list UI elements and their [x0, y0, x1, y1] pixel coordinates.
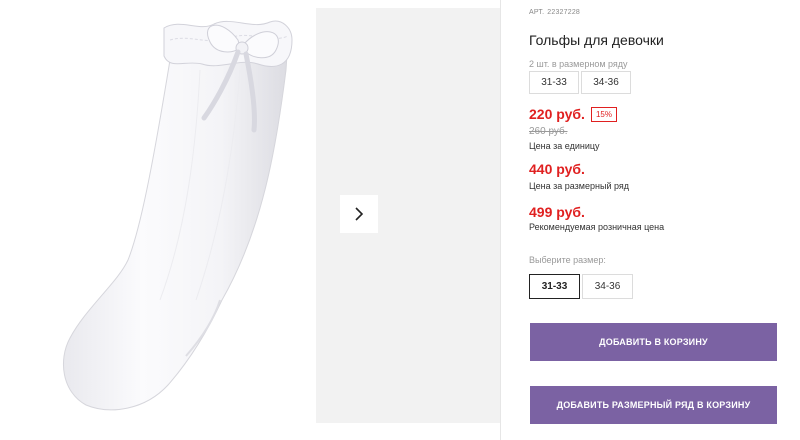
- unit-price-caption: Цена за единицу: [529, 141, 600, 151]
- product-title: Гольфы для девочки: [529, 32, 664, 48]
- product-image[interactable]: [0, 0, 316, 440]
- unit-price: 220 руб.: [529, 106, 585, 122]
- size-option-34-36[interactable]: 34-36: [582, 274, 633, 299]
- sock-illustration: [63, 20, 293, 411]
- pack-sizes: 31-33 34-36: [529, 71, 633, 94]
- column-divider: [500, 0, 501, 440]
- rrp-price: 499 руб.: [529, 204, 585, 220]
- sku-value: 22327228: [547, 9, 581, 16]
- sku-label: АРТ.: [529, 9, 545, 16]
- chevron-right-icon: [355, 207, 364, 221]
- sku-line: АРТ. 22327228: [529, 9, 583, 16]
- rrp-price-caption: Рекомендуемая розничная цена: [529, 222, 665, 232]
- pack-size-chip: 31-33: [529, 71, 579, 94]
- pack-size-chip: 34-36: [581, 71, 631, 94]
- add-pack-to-cart-button[interactable]: ДОБАВИТЬ РАЗМЕРНЫЙ РЯД В КОРЗИНУ: [530, 386, 777, 424]
- add-to-cart-button[interactable]: ДОБАВИТЬ В КОРЗИНУ: [530, 323, 777, 361]
- pack-price-caption: Цена за размерный ряд: [529, 181, 630, 191]
- size-picker-label: Выберите размер:: [529, 255, 606, 265]
- size-option-31-33[interactable]: 31-33: [529, 274, 580, 299]
- price-row: 220 руб. 15%: [529, 106, 617, 122]
- pack-label: 2 шт. в размерном ряду: [529, 59, 628, 69]
- size-picker: 31-33 34-36: [529, 274, 635, 299]
- discount-badge: 15%: [590, 106, 617, 122]
- old-price: 260 руб.: [529, 126, 568, 137]
- next-image-button[interactable]: [340, 195, 378, 233]
- pack-price: 440 руб.: [529, 161, 585, 177]
